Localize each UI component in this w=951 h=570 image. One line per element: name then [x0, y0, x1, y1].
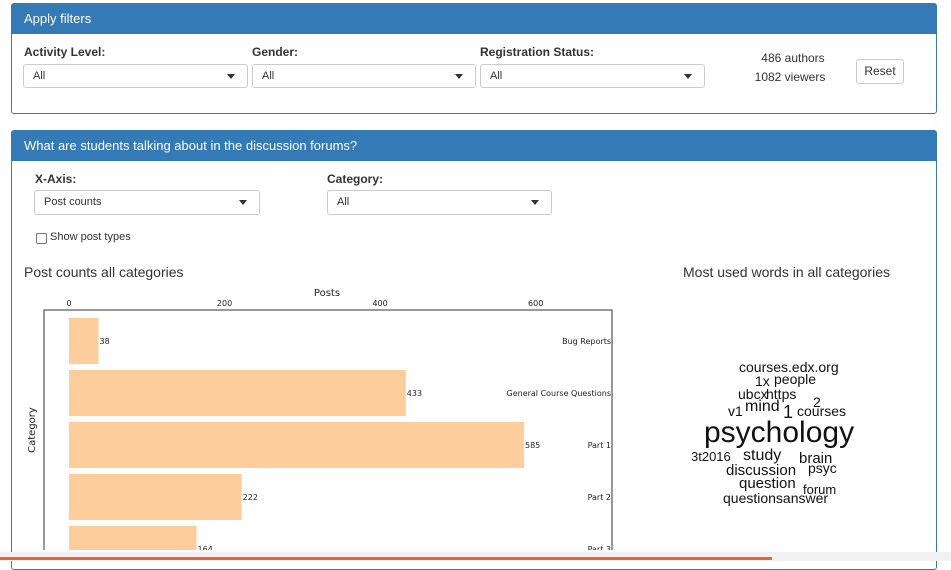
bar-value-label: 164 [198, 545, 213, 550]
x-tick-label: 200 [217, 299, 232, 308]
x-axis-label: X-Axis: [35, 172, 77, 186]
chevron-down-icon [227, 74, 235, 79]
gender-select[interactable]: All [252, 64, 476, 88]
wordcloud-word: 3t2016 [691, 449, 731, 464]
activity-level-select[interactable]: All [23, 64, 248, 88]
bar-value-label: 222 [243, 493, 258, 502]
category-label: Category: [327, 172, 384, 186]
bar [69, 370, 406, 416]
category-label: Bug Reports [562, 337, 611, 346]
category-select[interactable]: All [327, 190, 552, 215]
x-tick-label: 600 [528, 299, 543, 308]
chevron-down-icon [239, 200, 247, 205]
reset-button[interactable]: Reset [856, 59, 904, 84]
wordcloud-word: psychology [704, 416, 855, 449]
progress-bar [0, 557, 772, 560]
wordcloud-word: mind [745, 398, 780, 415]
bar-value-label: 433 [407, 389, 422, 398]
bar-value-label: 585 [525, 441, 540, 450]
wordcloud-word: people [774, 371, 817, 387]
category-label: General Course Questions [507, 389, 612, 398]
show-post-types-label: Show post types [50, 231, 131, 243]
wordcloud-word: psyc [808, 460, 837, 476]
forum-heading: What are students talking about in the d… [12, 131, 936, 161]
registration-status-label: Registration Status: [480, 45, 595, 59]
chart-ylabel: Category [27, 407, 38, 453]
post-counts-chart: Posts Category 0 200 400 600 38 Bug Reports 4… [27, 288, 613, 550]
bar [69, 422, 524, 468]
x-axis-value: Post counts [44, 196, 102, 208]
chevron-down-icon [684, 74, 692, 79]
show-post-types-checkbox[interactable] [36, 233, 47, 244]
gender-label: Gender: [252, 45, 299, 59]
gender-value: All [262, 70, 275, 82]
chart-title: Post counts all categories [24, 264, 184, 280]
x-tick-label: 0 [66, 299, 71, 308]
category-label: Part 2 [588, 493, 611, 502]
wordcloud-word: question [739, 475, 796, 492]
chevron-down-icon [531, 200, 539, 205]
wordcloud-word: questionsanswer [723, 490, 829, 506]
viewers-count: 1082 viewers [754, 70, 826, 84]
activity-level-label: Activity Level: [24, 45, 106, 59]
x-tick-label: 400 [372, 299, 387, 308]
bar-value-label: 38 [100, 337, 110, 346]
x-axis-select[interactable]: Post counts [34, 190, 260, 215]
bar [69, 318, 99, 364]
registration-status-value: All [490, 70, 503, 82]
category-label: Part 1 [588, 441, 611, 450]
wordcloud-title: Most used words in all categories [683, 264, 890, 280]
filters-heading: Apply filters [12, 4, 936, 34]
bar [69, 474, 242, 520]
chevron-down-icon [455, 74, 463, 79]
activity-level-value: All [33, 70, 46, 82]
category-value: All [337, 196, 350, 208]
authors-count: 486 authors [761, 51, 825, 65]
chart-xlabel: Posts [314, 288, 340, 299]
registration-status-select[interactable]: All [480, 64, 705, 88]
bar [69, 526, 197, 550]
category-label: Part 3 [588, 545, 611, 550]
